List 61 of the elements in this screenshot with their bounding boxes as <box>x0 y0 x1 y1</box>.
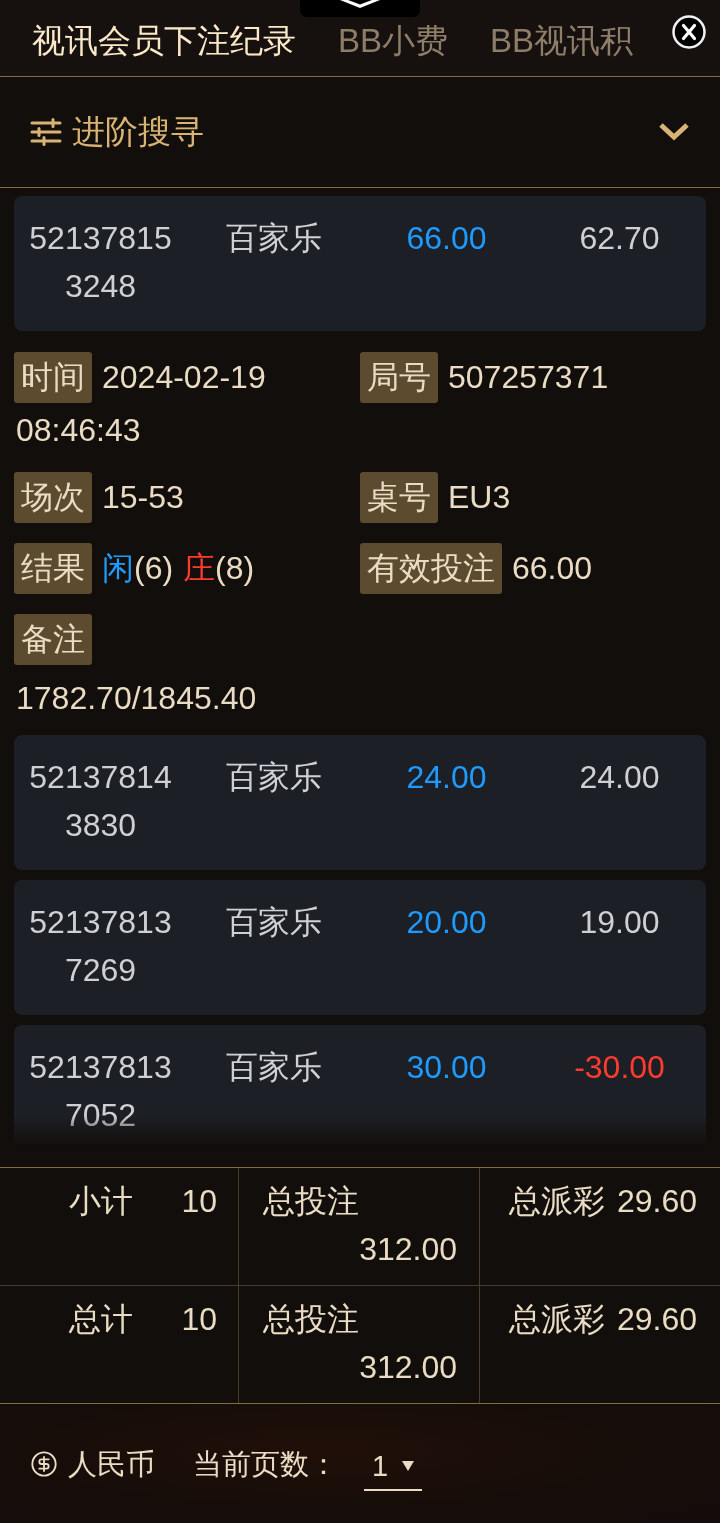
tab[interactable]: 视讯会员下注纪录 <box>32 19 296 63</box>
summary-label: 总计 <box>69 1300 134 1339</box>
summary-label: 小计 <box>69 1182 134 1221</box>
game-name: 百家乐 <box>225 759 322 795</box>
page-select[interactable]: 1 <box>364 1446 422 1491</box>
total-bet-label: 总投注 <box>263 1300 359 1339</box>
field-label: 场次 <box>14 472 92 523</box>
result-entry: 闲(6) <box>102 550 174 586</box>
payout-amount: -30.00 <box>574 1049 665 1085</box>
payout-amount: 24.00 <box>579 759 660 795</box>
tab[interactable]: BB视讯积 <box>490 19 634 63</box>
field-label: 时间 <box>14 352 92 403</box>
dollar-circle-icon <box>30 1449 58 1478</box>
date-value: 2024-02-19 <box>102 359 266 395</box>
total-bet-value: 312.00 <box>359 1230 457 1269</box>
close-button[interactable] <box>672 15 706 49</box>
field-value: 66.00 <box>512 550 593 586</box>
close-icon <box>672 15 706 49</box>
total-payout-value: 29.60 <box>616 1182 697 1221</box>
total-bet-label: 总投注 <box>263 1182 359 1221</box>
caret-down-icon <box>402 1461 414 1471</box>
field-label: 局号 <box>360 352 438 403</box>
field-label: 备注 <box>14 614 92 665</box>
field-label: 桌号 <box>360 472 438 523</box>
time-value: 08:46:43 <box>16 412 141 448</box>
bet-id: 521378153248 <box>29 220 172 304</box>
bet-amount: 30.00 <box>406 1049 487 1085</box>
game-name: 百家乐 <box>225 220 322 256</box>
summary-count: 10 <box>181 1300 217 1339</box>
sliders-icon <box>30 118 62 146</box>
currency-label[interactable]: 人民币 <box>68 1443 155 1484</box>
bet-amount: 66.00 <box>406 220 487 256</box>
field-value: 507257371 <box>448 359 609 395</box>
field-label: 结果 <box>14 543 92 594</box>
record-card[interactable]: 521378143830 百家乐 24.00 24.00 <box>14 735 706 870</box>
field-value: EU3 <box>448 479 511 515</box>
total-payout-label: 总派彩 <box>508 1182 605 1221</box>
advanced-search-button[interactable]: 进阶搜寻 <box>30 110 204 154</box>
payout-amount: 19.00 <box>579 904 660 940</box>
tab[interactable]: BB小费 <box>338 19 449 63</box>
summary-count: 10 <box>181 1182 217 1221</box>
page-label: 当前页数： <box>193 1446 338 1482</box>
result-entry: 庄(8) <box>183 550 255 586</box>
payout-amount: 62.70 <box>579 220 660 256</box>
bet-id: 521378137269 <box>29 904 172 988</box>
bet-amount: 24.00 <box>406 759 487 795</box>
total-payout-label: 总派彩 <box>508 1300 605 1339</box>
total-bet-value: 312.00 <box>359 1348 457 1387</box>
pull-tab-icon <box>300 0 420 17</box>
bet-id: 521378137052 <box>29 1049 172 1133</box>
bet-amount: 20.00 <box>406 904 487 940</box>
field-value: 15-53 <box>102 479 184 515</box>
bet-id: 521378143830 <box>29 759 172 843</box>
record-card[interactable]: 521378153248 百家乐 66.00 62.70 <box>14 196 706 331</box>
game-name: 百家乐 <box>225 1049 322 1085</box>
total-payout-value: 29.60 <box>616 1300 697 1339</box>
chevron-down-icon[interactable] <box>658 122 690 142</box>
field-label: 有效投注 <box>360 543 502 594</box>
note-value: 1782.70/1845.40 <box>16 680 257 716</box>
record-card[interactable]: 521378137269 百家乐 20.00 19.00 <box>14 880 706 1015</box>
game-name: 百家乐 <box>225 904 322 940</box>
